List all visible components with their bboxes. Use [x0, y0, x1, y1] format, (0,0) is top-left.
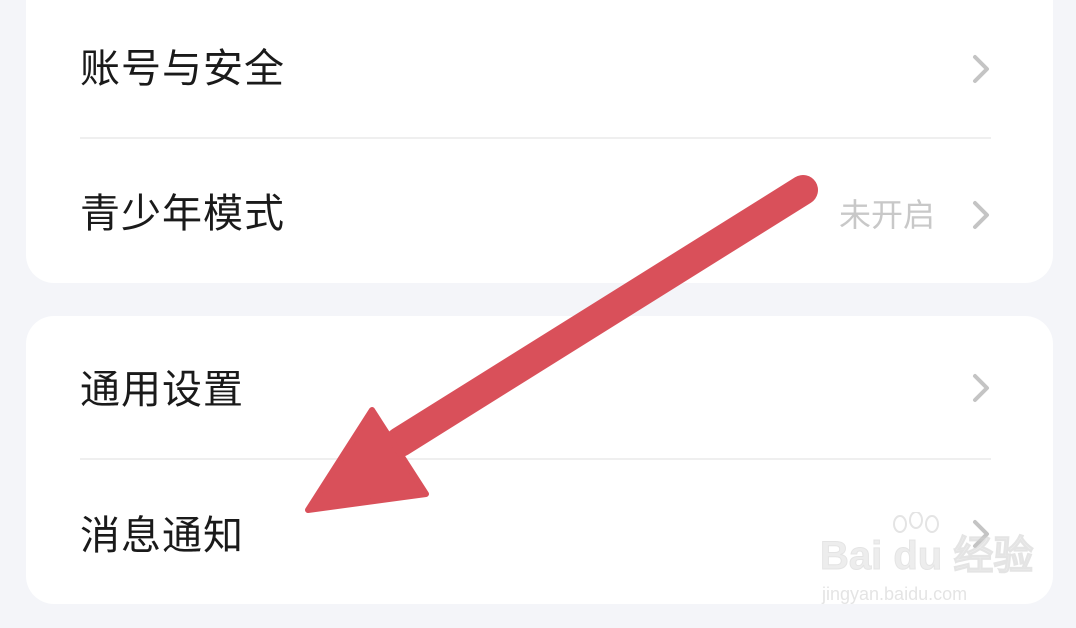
settings-row-label: 青少年模式: [80, 191, 285, 237]
settings-card-account: 账号与安全 青少年模式 未开启: [26, 0, 1053, 283]
settings-row-label: 通用设置: [80, 367, 244, 413]
chevron-right-icon: [967, 195, 995, 235]
watermark-url: jingyan.baidu.com: [822, 584, 968, 604]
baidu-jingyan-watermark: Bai du 经验 jingyan.baidu.com: [819, 512, 1034, 606]
watermark-logo-text: Bai du 经验: [819, 534, 1034, 579]
settings-row-label: 消息通知: [80, 513, 244, 559]
chevron-right-icon: [967, 368, 995, 408]
teen-mode-status: 未开启: [838, 196, 935, 234]
settings-row-teen-mode[interactable]: 青少年模式 未开启: [26, 139, 1053, 283]
settings-row-label: 账号与安全: [80, 46, 285, 92]
settings-row-general-settings[interactable]: 通用设置: [26, 316, 1053, 458]
settings-row-account-security[interactable]: 账号与安全: [26, 0, 1053, 137]
chevron-right-icon: [967, 49, 995, 89]
